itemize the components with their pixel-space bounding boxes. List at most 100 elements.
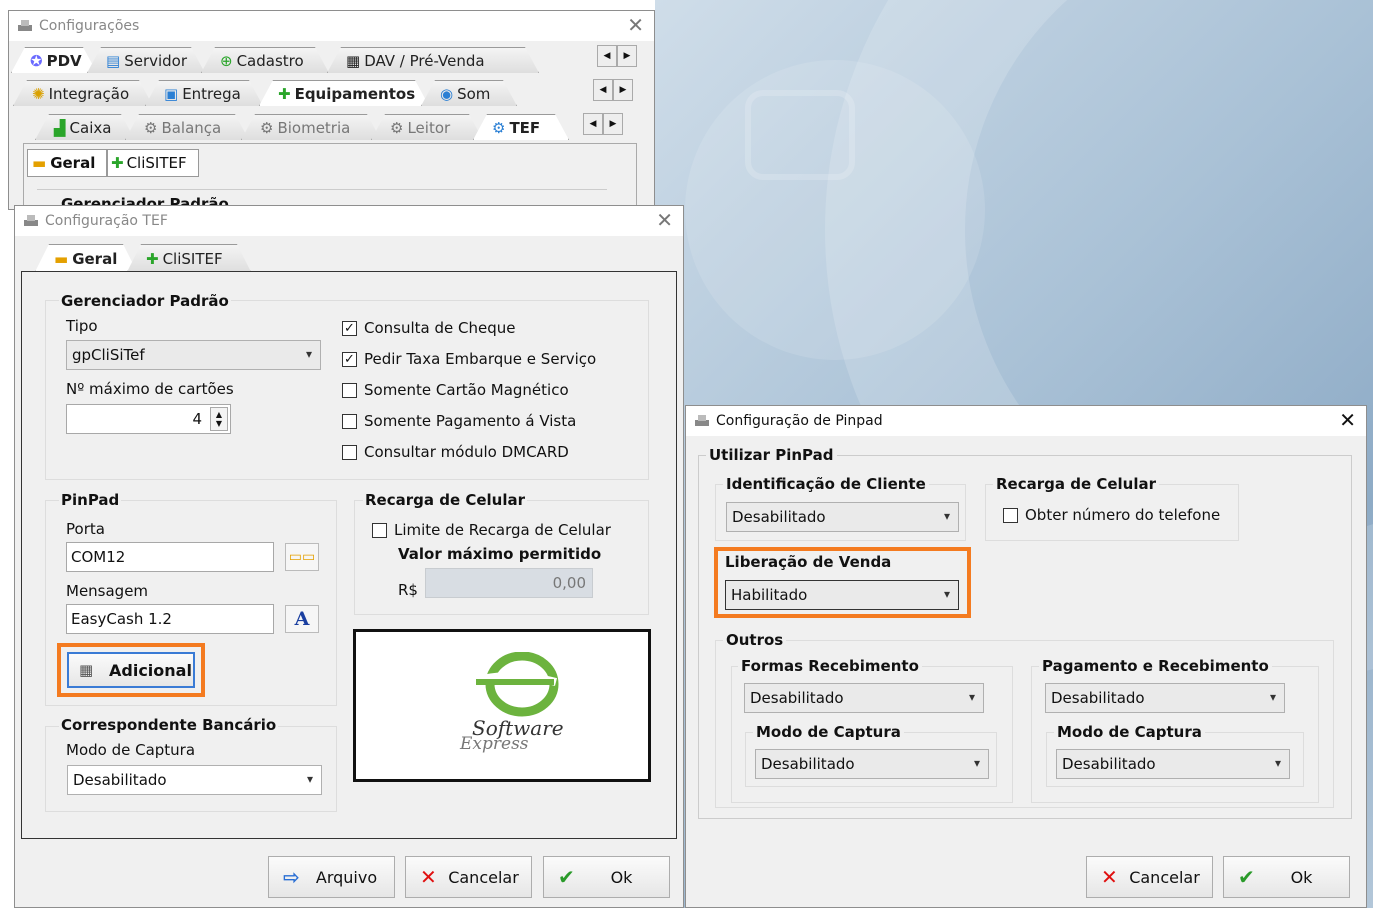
tab-clisitef-bg[interactable]: ✚ CliSITEF [107,149,199,177]
sound-icon: ◉ [440,84,454,103]
document-icon: ▦ [346,51,361,70]
tab-som[interactable]: ◉ Som [421,80,517,106]
pagamento-title: Pagamento e Recebimento [1039,657,1272,675]
pinpad-cancelar-button[interactable]: ✕ Cancelar [1086,856,1213,898]
checkbox[interactable] [1003,507,1018,523]
chevron-down-icon: ▾ [306,772,313,786]
tab-caixa[interactable]: ▟ Caixa [35,114,135,140]
valor-maximo-input[interactable]: 0,00 [425,568,593,598]
close-icon[interactable]: ✕ [1339,408,1356,432]
check-consulta-cheque[interactable]: ✓ Consulta de Cheque [342,319,515,337]
ok-button[interactable]: ✔ Ok [543,856,670,898]
check-cartao-magnetico[interactable]: Somente Cartão Magnético [342,381,569,399]
check-obter-telefone[interactable]: Obter número do telefone [1003,506,1220,524]
mensagem-input[interactable]: EasyCash 1.2 [66,604,274,634]
tab-cadastro[interactable]: ⊕ Cadastro [201,47,329,73]
pinpad-titlebar: Configuração de Pinpad ✕ [686,406,1366,436]
logo-text-express: Express [460,734,529,754]
porta-input[interactable]: COM12 [66,542,274,572]
checkbox[interactable] [372,522,387,538]
tab-equipamentos[interactable]: ✚ Equipamentos [259,80,429,106]
cancelar-button[interactable]: ✕ Cancelar [405,856,532,898]
tab-geral-bg[interactable]: ▬ Geral [27,149,107,177]
pagamento-select[interactable]: Desabilitado ▾ [1045,683,1285,713]
pinpad-window: Configuração de Pinpad ✕ Utilizar PinPad… [685,405,1367,908]
tab-dav[interactable]: ▦ DAV / Pré-Venda [327,47,539,73]
valor-maximo-label: Valor máximo permitido [398,545,602,563]
formas-select[interactable]: Desabilitado ▾ [744,683,984,713]
gerenciador-title: Gerenciador Padrão [59,292,231,310]
adicional-button[interactable]: ▦ Adicional [67,652,195,688]
check-limite-recarga[interactable]: Limite de Recarga de Celular [372,521,611,539]
app-icon [695,415,709,426]
tab-servidor[interactable]: ▤ Servidor [87,47,205,73]
pagamento-modo-title: Modo de Captura [1054,723,1205,741]
tipo-label: Tipo [66,317,98,335]
close-icon[interactable]: ✕ [656,208,673,232]
tef-title: Configuração TEF [45,213,168,229]
check-dmcard[interactable]: Consultar módulo DMCARD [342,443,569,461]
chevron-down-icon: ▾ [1274,756,1281,770]
folder-icon: ▬ [54,249,69,268]
puzzle-icon: ✚ [111,154,124,172]
puzzle-icon: ✚ [146,249,159,268]
tab-scroll-arrows-2[interactable]: ◀ ▶ [593,79,633,101]
identificacao-title: Identificação de Cliente [723,475,929,493]
liberacao-select[interactable]: Habilitado ▾ [725,580,959,610]
outros-title: Outros [723,631,787,649]
modo-captura-label: Modo de Captura [66,741,196,759]
checkbox[interactable]: ✓ [342,320,357,336]
checkbox[interactable]: ✓ [342,351,357,367]
correspondente-title: Correspondente Bancário [59,716,279,734]
chevron-down-icon: ▾ [943,509,950,523]
chevron-down-icon: ▾ [968,690,975,704]
port-search-button[interactable]: ▭▭ [285,543,319,571]
gear-icon: ⚙ [260,118,274,137]
identificacao-select[interactable]: Desabilitado ▾ [726,502,959,532]
modo-captura-select[interactable]: Desabilitado ▾ [67,765,322,795]
tef-window: Configuração TEF ✕ ▬ Geral ✚ CliSITEF Gere… [14,205,684,908]
tab-pdv[interactable]: ✪ PDV [11,47,97,73]
recarga-pinpad-title: Recarga de Celular [993,475,1160,493]
max-cartoes-label: Nº máximo de cartões [66,380,234,398]
chevron-down-icon: ▾ [305,347,312,361]
arquivo-button[interactable]: ⇨ Arquivo [268,856,395,898]
tab-leitor[interactable]: ⚙ Leitor [371,114,483,140]
check-pagamento-vista[interactable]: Somente Pagamento á Vista [342,412,576,430]
tab-scroll-arrows-3[interactable]: ◀ ▶ [583,113,623,135]
software-express-emblem [468,652,559,717]
formas-modo-select[interactable]: Desabilitado ▾ [755,749,989,779]
tab-tef[interactable]: ⚙ TEF [473,114,569,140]
tab-biometria[interactable]: ⚙ Biometria [241,114,381,140]
stepper-arrows[interactable]: ▲ ▼ [210,407,228,431]
liberacao-title: Liberação de Venda [725,553,892,571]
checkbox[interactable] [342,444,357,460]
tab-scroll-arrows[interactable]: ◀ ▶ [597,45,637,67]
gear-icon: ⚙ [390,118,404,137]
close-icon[interactable]: ✕ [627,13,644,37]
delivery-icon: ▣ [164,84,179,103]
check-taxa-embarque[interactable]: ✓ Pedir Taxa Embarque e Serviço [342,350,596,368]
tipo-select[interactable]: gpCliSiTef ▾ [66,340,321,370]
checkbox[interactable] [342,382,357,398]
tab-integracao[interactable]: ✺ Integração [13,80,153,106]
config-titlebar: Configurações ✕ [9,11,654,41]
add-icon: ⊕ [220,51,233,70]
tab-clisitef[interactable]: ✚ CliSITEF [127,244,251,272]
checkbox[interactable] [342,413,357,429]
font-button[interactable]: A [285,605,319,633]
pdv-icon: ✪ [30,51,43,70]
pinpad-ok-button[interactable]: ✔ Ok [1223,856,1350,898]
software-express-logo: Software Express [353,629,651,782]
porta-label: Porta [66,520,105,538]
pagamento-modo-select[interactable]: Desabilitado ▾ [1056,749,1290,779]
pinpad-title: Configuração de Pinpad [716,413,883,429]
tab-geral[interactable]: ▬ Geral [35,244,137,272]
formas-title: Formas Recebimento [738,657,922,675]
tab-entrega[interactable]: ▣ Entrega [145,80,263,106]
chevron-down-icon: ▾ [1269,690,1276,704]
max-cartoes-stepper[interactable]: 4 ▲ ▼ [66,404,231,434]
folder-icon: ▬ [32,154,47,172]
tab-balanca[interactable]: ⚙ Balança [125,114,249,140]
chevron-down-icon: ▾ [943,587,950,601]
